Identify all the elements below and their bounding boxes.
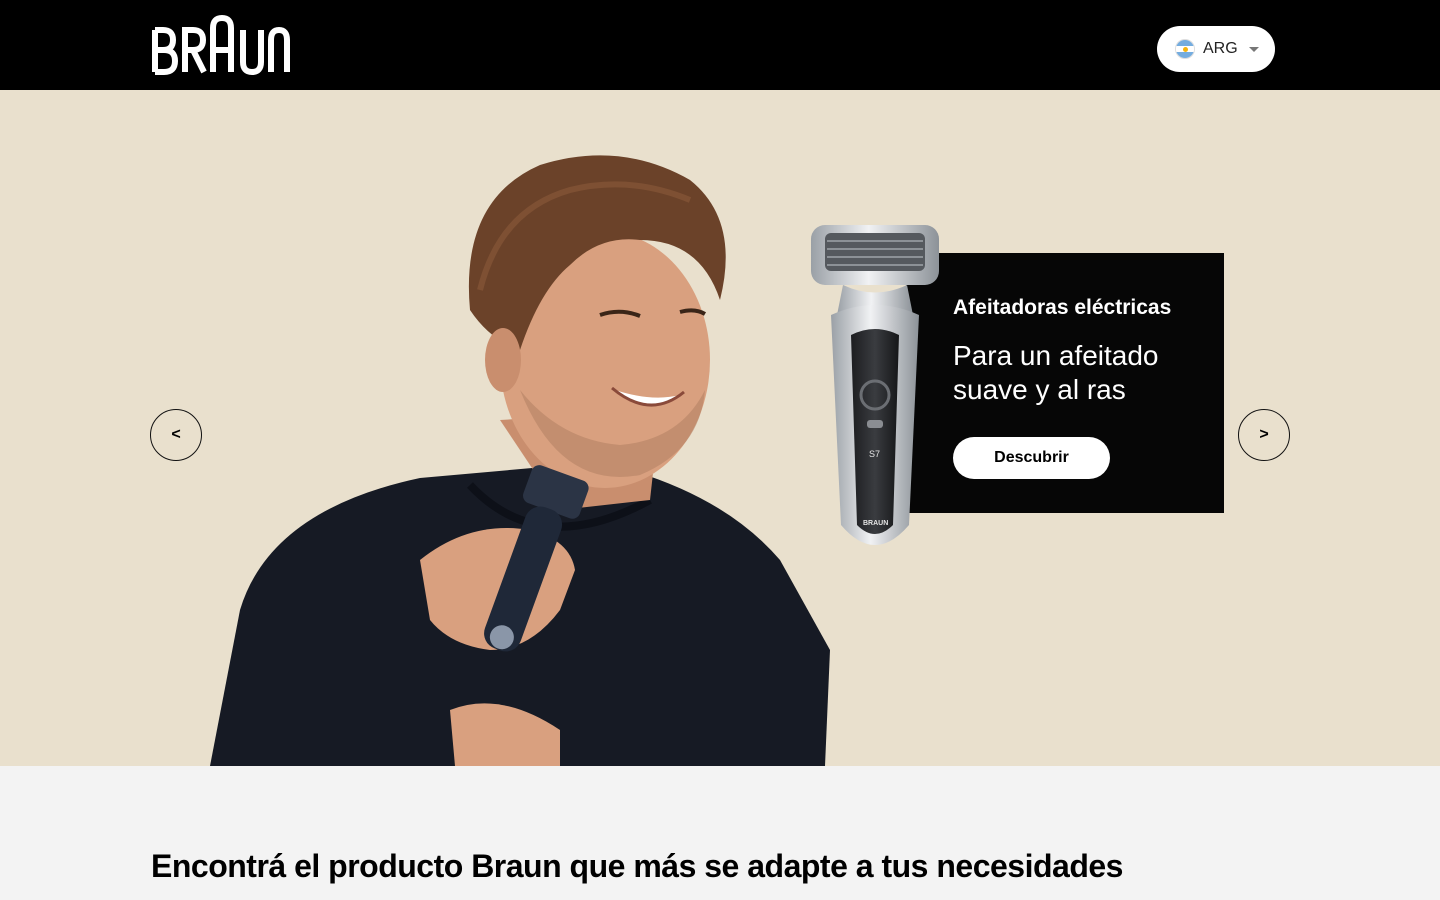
shaver-model-label: S7 <box>869 449 880 459</box>
discover-button[interactable]: Descubrir <box>953 437 1110 479</box>
site-header: ARG <box>0 0 1440 90</box>
promo-card: Afeitadoras eléctricas Para un afeitado … <box>906 253 1224 513</box>
country-selector[interactable]: ARG <box>1157 26 1275 72</box>
country-code: ARG <box>1203 40 1238 57</box>
braun-logo[interactable] <box>151 14 291 76</box>
section-title: Encontrá el producto Braun que más se ad… <box>151 848 1123 884</box>
carousel-next-button[interactable]: > <box>1238 409 1290 461</box>
chevron-down-icon <box>1249 47 1259 52</box>
carousel-prev-button[interactable]: < <box>150 409 202 461</box>
hero-carousel: Afeitadoras eléctricas Para un afeitado … <box>0 90 1440 766</box>
argentina-flag-icon <box>1175 39 1195 59</box>
promo-tagline: Para un afeitado suave y al ras <box>953 340 1159 405</box>
shaver-product-image: S7 BRAUN <box>811 225 939 545</box>
shaver-brand-label: BRAUN <box>863 520 888 527</box>
hero-person-image <box>210 155 830 766</box>
promo-category: Afeitadoras eléctricas <box>953 296 1172 319</box>
